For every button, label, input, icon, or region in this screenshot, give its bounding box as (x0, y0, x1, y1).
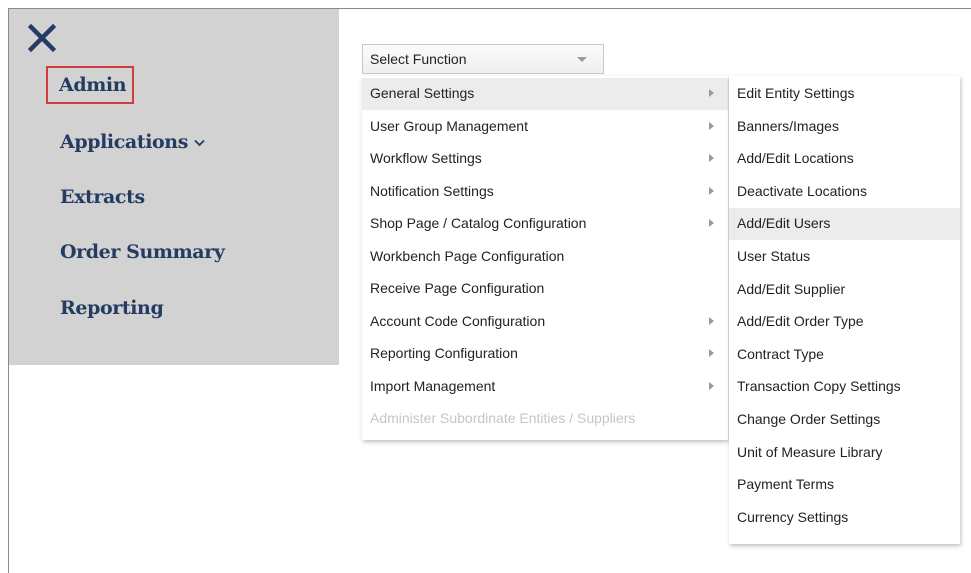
menu-item-notification-settings[interactable]: Notification Settings (362, 176, 728, 208)
menu-item-label: Workbench Page Configuration (370, 247, 565, 264)
submenu-item-label: Banners/Images (737, 117, 839, 134)
menu-item-label: Notification Settings (370, 182, 494, 199)
menu-item-label: User Group Management (370, 117, 528, 134)
submenu-item-label: User Status (737, 248, 811, 264)
submenu-item-currency-settings[interactable]: Currency Settings (729, 502, 960, 534)
general-settings-submenu: Edit Entity Settings Banners/Images Add/Ed… (729, 76, 960, 544)
submenu-item-contract-type[interactable]: Contract Type (729, 339, 960, 371)
submenu-item-label: Contract Type (737, 345, 824, 362)
submenu-item-label: Transaction Copy Settings (737, 378, 901, 395)
submenu-item-deactivate-locations[interactable]: Deactivate Locations (729, 176, 960, 208)
menu-item-label: General Settings (370, 85, 475, 101)
submenu-item-label: Add/Edit Order Type (737, 313, 864, 330)
sidebar-item-label: Extracts (60, 186, 145, 208)
sidebar-item-label: Admin (59, 74, 127, 96)
menu-item-workflow-settings[interactable]: Workflow Settings (362, 143, 728, 175)
close-icon[interactable] (28, 24, 56, 52)
function-select-value: Select Function (370, 51, 467, 67)
menu-item-account-code-configuration[interactable]: Account Code Configuration (362, 306, 728, 338)
menu-item-label: Workflow Settings (370, 150, 482, 166)
menu-item-import-management[interactable]: Import Management (362, 371, 728, 403)
chevron-right-icon (709, 186, 714, 195)
submenu-item-label: Edit Entity Settings (737, 85, 855, 101)
menu-item-label: Administer Subordinate Entities / Suppli… (370, 410, 636, 426)
menu-item-administer-subordinate-entities-suppliers: Administer Subordinate Entities / Suppli… (362, 403, 728, 435)
submenu-item-add-edit-locations[interactable]: Add/Edit Locations (729, 143, 960, 175)
chevron-right-icon (709, 121, 714, 130)
chevron-down-icon (577, 57, 587, 62)
sidebar-item-label: Applications (60, 131, 189, 153)
submenu-item-banners-images[interactable]: Banners/Images (729, 111, 960, 143)
sidebar-item-extracts[interactable]: Extracts (60, 186, 145, 208)
submenu-item-label: Payment Terms (737, 476, 834, 493)
function-select[interactable]: Select Function (362, 44, 604, 74)
submenu-item-unit-of-measure-library[interactable]: Unit of Measure Library (729, 437, 960, 469)
chevron-down-icon (194, 139, 205, 147)
chevron-right-icon (709, 316, 714, 325)
submenu-item-user-status[interactable]: User Status (729, 241, 960, 273)
menu-item-label: Shop Page / Catalog Configuration (370, 215, 587, 231)
submenu-item-label: Change Order Settings (737, 411, 881, 427)
submenu-item-add-edit-users[interactable]: Add/Edit Users (729, 208, 960, 241)
menu-item-label: Receive Page Configuration (370, 280, 545, 296)
chevron-right-icon (709, 219, 714, 227)
submenu-item-label: Currency Settings (737, 508, 849, 525)
chevron-right-icon (709, 89, 714, 97)
chevron-right-icon (709, 381, 714, 390)
submenu-item-label: Deactivate Locations (737, 182, 867, 199)
sidebar-item-label: Reporting (60, 297, 164, 319)
sidebar-item-admin[interactable]: Admin (59, 74, 127, 96)
menu-item-reporting-configuration[interactable]: Reporting Configuration (362, 338, 728, 370)
menu-item-general-settings[interactable]: General Settings (362, 78, 728, 110)
menu-item-workbench-page-configuration[interactable]: Workbench Page Configuration (362, 241, 728, 273)
submenu-item-label: Add/Edit Supplier (737, 280, 846, 297)
chevron-right-icon (709, 154, 714, 162)
submenu-item-change-order-settings[interactable]: Change Order Settings (729, 404, 960, 436)
menu-item-user-group-management[interactable]: User Group Management (362, 111, 728, 143)
chevron-right-icon (709, 349, 714, 357)
submenu-item-payment-terms[interactable]: Payment Terms (729, 469, 960, 501)
menu-item-label: Import Management (370, 377, 496, 394)
submenu-item-label: Add/Edit Locations (737, 150, 854, 167)
submenu-item-transaction-copy-settings[interactable]: Transaction Copy Settings (729, 371, 960, 403)
sidebar-item-applications[interactable]: Applications (60, 131, 205, 153)
submenu-item-add-edit-supplier[interactable]: Add/Edit Supplier (729, 274, 960, 306)
sidebar-item-reporting[interactable]: Reporting (60, 297, 164, 319)
submenu-item-add-edit-order-type[interactable]: Add/Edit Order Type (729, 306, 960, 338)
sidebar (9, 9, 339, 365)
function-menu: General Settings User Group Management Wor… (362, 76, 728, 440)
menu-item-shop-page-catalog-configuration[interactable]: Shop Page / Catalog Configuration (362, 208, 728, 240)
sidebar-item-label: Order Summary (60, 241, 225, 263)
menu-item-receive-page-configuration[interactable]: Receive Page Configuration (362, 273, 728, 305)
menu-item-label: Account Code Configuration (370, 312, 546, 329)
sidebar-item-order-summary[interactable]: Order Summary (60, 241, 225, 263)
submenu-item-label: Add/Edit Users (737, 215, 831, 232)
menu-item-label: Reporting Configuration (370, 345, 518, 361)
submenu-item-edit-entity-settings[interactable]: Edit Entity Settings (729, 78, 960, 110)
submenu-item-label: Unit of Measure Library (737, 443, 883, 460)
